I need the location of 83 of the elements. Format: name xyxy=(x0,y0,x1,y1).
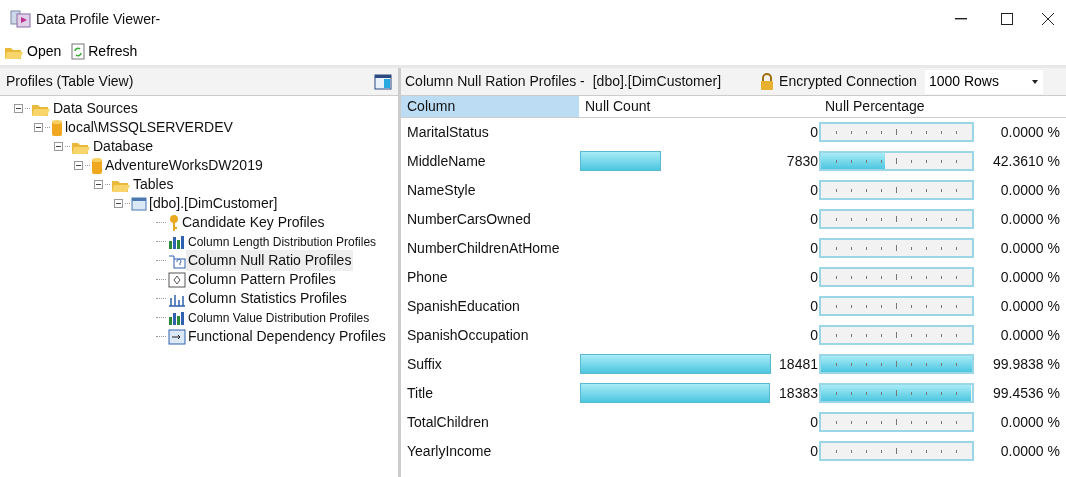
table-cell-text: SpanishOccupation xyxy=(406,325,530,345)
pattern-icon xyxy=(168,271,186,288)
database-icon xyxy=(91,155,103,176)
tree-item[interactable]: Tables xyxy=(131,174,176,195)
table-cell-text: 0 xyxy=(810,296,818,316)
collapse-toggle[interactable] xyxy=(54,142,63,151)
caret-icon xyxy=(1030,78,1039,85)
dependency-icon xyxy=(168,328,186,345)
rows-dropdown[interactable]: 1000 Rows xyxy=(924,69,1043,94)
table-cell-text: 0.0000 % xyxy=(1000,412,1060,432)
database-icon xyxy=(51,117,63,138)
table-cell-text: 99.4536 % xyxy=(993,383,1060,403)
table-cell-text: 0 xyxy=(810,180,818,200)
table-cell-text: 0 xyxy=(810,441,818,461)
null-ratio-icon xyxy=(168,252,186,269)
maximize-icon xyxy=(1001,13,1013,25)
table-cell-text: 0.0000 % xyxy=(1000,209,1060,229)
bar-chart-icon xyxy=(168,309,186,326)
collapse-toggle[interactable] xyxy=(94,180,103,189)
panel-title: Profiles (Table View) xyxy=(6,72,134,91)
minimize-icon xyxy=(955,18,967,20)
table-cell-text: 0 xyxy=(810,267,818,287)
table-name: [dbo].[DimCustomer] xyxy=(592,72,722,91)
tree-item[interactable]: Column Null Ratio Profiles xyxy=(186,250,354,271)
table-cell-text: SpanishEducation xyxy=(406,296,521,316)
table-cell-text: Phone xyxy=(406,267,449,287)
table-cell-text: 0.0000 % xyxy=(1000,122,1060,142)
window-title: Data Profile Viewer- xyxy=(36,9,161,29)
table-cell-text: 0 xyxy=(810,238,818,258)
column-header[interactable]: Null Percentage xyxy=(819,96,1066,118)
panel-title: Column Null Ration Profiles - xyxy=(405,72,585,91)
table-cell-text: 0 xyxy=(810,412,818,432)
tree-item[interactable]: AdventureWorksDW2019 xyxy=(103,155,265,176)
app-icon xyxy=(10,10,32,28)
tree-item[interactable]: Candidate Key Profiles xyxy=(180,212,327,233)
refresh-icon xyxy=(71,43,86,60)
table-cell-text: 42.3610 % xyxy=(993,151,1060,171)
collapse-toggle[interactable] xyxy=(14,104,23,113)
tree-item[interactable]: Data Sources xyxy=(51,98,140,119)
table-cell-text: 0.0000 % xyxy=(1000,180,1060,200)
tree-item[interactable]: [dbo].[DimCustomer] xyxy=(147,193,280,214)
table-cell-text: YearlyIncome xyxy=(406,441,493,461)
tree-item[interactable]: Column Value Distribution Profiles xyxy=(186,308,372,327)
table-cell-text: Suffix xyxy=(406,354,443,374)
connection-status: Encrypted Connection xyxy=(779,72,917,91)
key-icon xyxy=(168,213,180,232)
collapse-toggle[interactable] xyxy=(34,123,43,132)
table-cell-text: 0.0000 % xyxy=(1000,238,1060,258)
table-cell-text: 0.0000 % xyxy=(1000,325,1060,345)
table-cell-text: 0.0000 % xyxy=(1000,441,1060,461)
refresh-button[interactable]: Refresh xyxy=(67,41,144,62)
close-icon xyxy=(1042,13,1054,25)
table-cell-text: MiddleName xyxy=(406,151,487,171)
tree-item[interactable]: local\MSSQLSERVERDEV xyxy=(63,117,235,138)
table-cell-text: 7830 xyxy=(786,151,818,171)
table-cell-text: 0.0000 % xyxy=(1000,267,1060,287)
table-cell-text: 18383 xyxy=(779,383,818,403)
collapse-toggle[interactable] xyxy=(74,161,83,170)
table-cell-text: Title xyxy=(406,383,434,403)
table-cell-text: 0 xyxy=(810,325,818,345)
table-cell-text: 0 xyxy=(810,209,818,229)
table-icon xyxy=(131,196,147,211)
tree-item[interactable]: Column Length Distribution Profiles xyxy=(186,232,379,251)
open-button[interactable]: Open xyxy=(0,41,68,62)
table-view-button[interactable] xyxy=(374,73,392,90)
tree-item[interactable]: Database xyxy=(91,136,155,157)
table-cell-text: NameStyle xyxy=(406,180,477,200)
collapse-toggle[interactable] xyxy=(114,199,123,208)
table-cell-text: NumberCarsOwned xyxy=(406,209,532,229)
tree-item[interactable]: Column Statistics Profiles xyxy=(186,288,349,309)
table-cell-text: TotalChildren xyxy=(406,412,490,432)
lock-icon xyxy=(759,72,776,91)
tree-item[interactable]: Column Pattern Profiles xyxy=(186,269,338,290)
column-header[interactable]: Column xyxy=(401,96,579,118)
tree-item[interactable]: Functional Dependency Profiles xyxy=(186,326,388,347)
table-cell-text: NumberChildrenAtHome xyxy=(406,238,561,258)
table-cell-text: 99.9838 % xyxy=(993,354,1060,374)
table-cell-text: 0.0000 % xyxy=(1000,296,1060,316)
table-cell: MaritalStatus xyxy=(401,117,579,147)
column-header[interactable]: Null Count xyxy=(579,96,819,118)
table-cell-text: 18481 xyxy=(779,354,818,374)
table-cell-text: 0 xyxy=(810,122,818,142)
bar-chart-icon xyxy=(168,233,186,250)
